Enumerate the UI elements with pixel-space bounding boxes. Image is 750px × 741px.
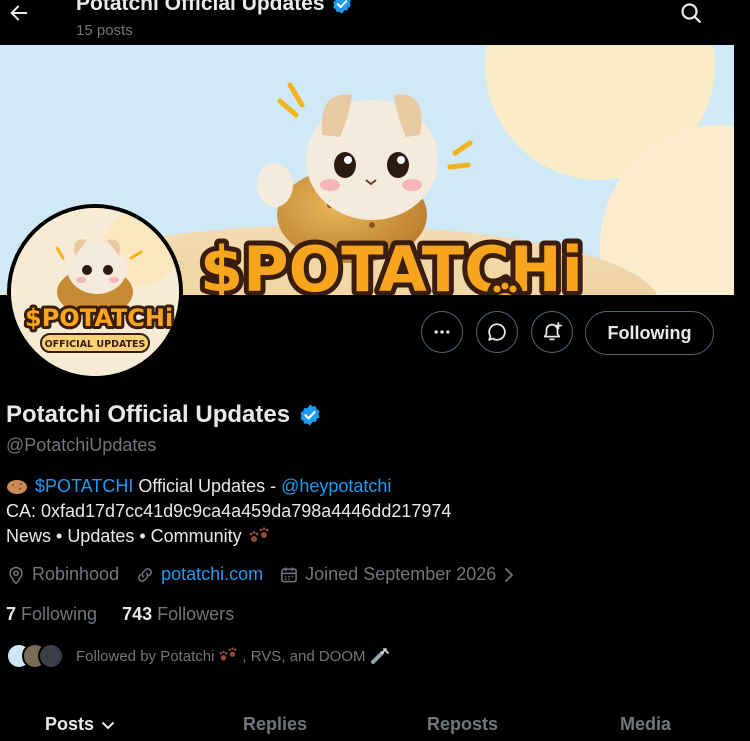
followed-by-text: Followed by Potatchi , RVS, and DOOM	[76, 647, 390, 665]
paw-prints-icon	[219, 647, 237, 661]
search-button[interactable]	[676, 0, 706, 26]
tab-replies[interactable]: Replies	[243, 714, 307, 735]
follow-counts: 7 Following 743 Followers	[6, 604, 234, 625]
tab-posts-label: Posts	[45, 714, 95, 734]
joined-date[interactable]: Joined September 2026	[279, 564, 516, 585]
bio-tagline: News • Updates • Community	[6, 526, 242, 546]
following-count: 7	[6, 604, 17, 624]
profile-avatar[interactable]: $POTATCHi $POTATCHi OFFICIAL UPDATES	[7, 204, 183, 380]
arrow-left-icon	[10, 5, 28, 21]
chevron-down-icon	[102, 721, 115, 729]
tab-media[interactable]: Media	[620, 714, 671, 735]
potato-emoji-icon	[7, 479, 27, 494]
tab-replies-label: Replies	[243, 714, 308, 734]
following-button[interactable]: Following	[585, 311, 714, 355]
avatar-logo-text: $POTATCHi	[25, 304, 173, 332]
verified-badge-icon[interactable]	[298, 403, 322, 427]
follower-avatar	[38, 643, 64, 669]
message-button[interactable]	[476, 311, 518, 353]
tab-media-label: Media	[620, 714, 672, 734]
followers-count-link[interactable]: 743 Followers	[122, 604, 234, 624]
followed-by-first: Followed by Potatchi	[76, 647, 215, 665]
bell-plus-icon	[543, 321, 563, 341]
location-text: Robinhood	[32, 564, 120, 584]
more-horizontal-icon	[434, 330, 450, 334]
notifications-button[interactable]	[531, 311, 573, 353]
link-icon	[138, 567, 152, 582]
page-title-text: Potatchi Official Updates	[76, 0, 325, 15]
tab-posts[interactable]: Posts	[45, 714, 116, 735]
calendar-icon	[281, 567, 297, 582]
following-count-link[interactable]: 7 Following	[6, 604, 102, 624]
followers-label: Followers	[157, 604, 235, 624]
tab-reposts[interactable]: Reposts	[427, 714, 498, 735]
posts-count: 15 posts	[76, 22, 133, 39]
cashtag-link[interactable]: $POTATCHI	[35, 476, 133, 497]
banner-logo-text: $POTATCHi	[200, 233, 583, 295]
followed-by[interactable]: Followed by Potatchi , RVS, and DOOM	[6, 643, 390, 669]
profile-name: Potatchi Official Updates	[6, 401, 322, 429]
location: Robinhood	[6, 564, 119, 585]
search-icon	[681, 3, 701, 23]
chevron-right-icon	[505, 567, 514, 582]
tab-reposts-label: Reposts	[427, 714, 499, 734]
following-label: Following	[21, 604, 98, 624]
verified-badge-icon	[332, 0, 351, 14]
bio-line-2: CA: 0xfad17d7cc41d9c9ca4a459da798a4446dd…	[6, 501, 451, 522]
avatar-image: $POTATCHi $POTATCHi OFFICIAL UPDATES	[11, 208, 179, 376]
followers-count: 743	[122, 604, 153, 624]
mention-link[interactable]: @heypotatchi	[281, 476, 391, 497]
bio-line-1: $POTATCHI Official Updates - @heypotatch…	[6, 476, 391, 497]
profile-meta: Robinhood potatchi.com Joined September …	[6, 564, 516, 585]
more-options-button[interactable]	[421, 311, 463, 353]
followed-by-rest: , RVS, and DOOM	[242, 647, 366, 665]
following-button-label: Following	[607, 322, 692, 343]
contract-address: CA: 0xfad17d7cc41d9c9ca4a459da798a4446dd…	[6, 501, 452, 521]
profile-handle: @PotatchiUpdates	[6, 435, 157, 455]
top-bar: Potatchi Official Updates 15 posts	[0, 0, 750, 45]
profile-name-text: Potatchi Official Updates	[6, 401, 291, 428]
bio-line-3: News • Updates • Community	[6, 526, 270, 547]
page-title: Potatchi Official Updates	[76, 0, 353, 16]
paw-prints-icon	[249, 526, 269, 542]
bio-text: Official Updates -	[133, 476, 282, 496]
website-link[interactable]: potatchi.com	[161, 564, 263, 585]
joined-text: Joined September 2026	[305, 564, 497, 584]
avatar-subtitle: OFFICIAL UPDATES	[45, 339, 146, 350]
scrollbar-track[interactable]	[734, 45, 750, 741]
syringe-icon	[370, 648, 389, 664]
location-pin-icon	[9, 566, 23, 584]
back-button[interactable]	[4, 0, 34, 26]
message-bubble-icon	[488, 323, 506, 341]
website[interactable]: potatchi.com	[135, 564, 263, 585]
